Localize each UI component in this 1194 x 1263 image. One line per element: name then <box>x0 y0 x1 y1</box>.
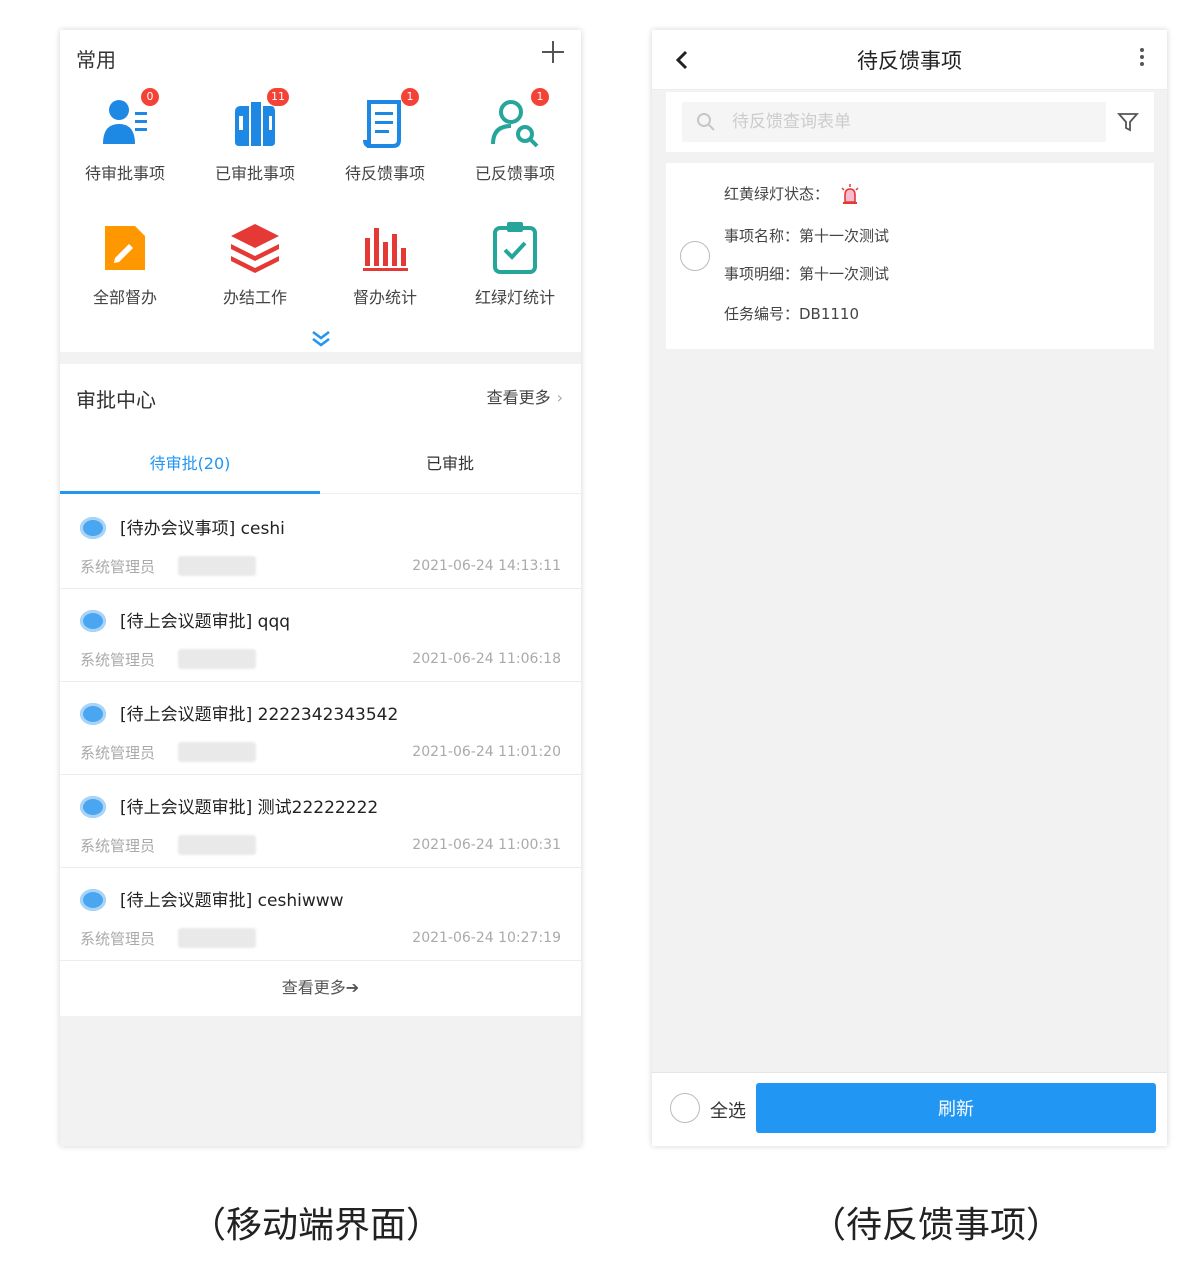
more-vert-icon[interactable] <box>1139 48 1145 72</box>
document-icon: 1 <box>355 88 419 152</box>
redacted-text <box>178 556 256 576</box>
item-title: [待上会议题审批] qqq <box>120 612 291 632</box>
count-badge: 0 <box>141 88 159 106</box>
footer-bar: 全选 刷新 <box>652 1072 1167 1146</box>
redacted-text <box>178 928 256 948</box>
shortcut-label: 已审批事项 <box>214 164 295 183</box>
select-all-radio[interactable] <box>670 1093 700 1123</box>
shortcut-label: 待反馈事项 <box>344 164 425 183</box>
tab-approved[interactable]: 已审批 <box>320 440 580 494</box>
list-item[interactable]: [待上会议题审批] ceshiwww 系统管理员 2021-06-24 10:2… <box>60 868 581 961</box>
tag-icon <box>80 703 106 725</box>
item-sender: 系统管理员 <box>80 558 156 576</box>
shortcut-label: 督办统计 <box>352 288 417 307</box>
common-section: 常用 0 待审批事项 11 已审批事项 1 待反馈事项 1 已反馈事项 全部督办… <box>60 30 581 352</box>
view-more-button[interactable]: 查看更多➔ <box>60 960 581 1016</box>
shortcut-label: 待审批事项 <box>84 164 165 183</box>
item-title: [待上会议题审批] ceshiwww <box>120 891 344 911</box>
item-sender: 系统管理员 <box>80 837 156 855</box>
refresh-button[interactable]: 刷新 <box>756 1083 1156 1133</box>
list-item[interactable]: [待办会议事项] ceshi 系统管理员 2021-06-24 14:13:11 <box>60 496 581 589</box>
item-time: 2021-06-24 11:06:18 <box>412 651 561 667</box>
shortcut-all-supervision[interactable]: 全部督办 <box>60 216 190 308</box>
list-item[interactable]: [待上会议题审批] 测试22222222 系统管理员 2021-06-24 11… <box>60 775 581 868</box>
search-icon <box>696 112 716 132</box>
field-label: 红黄绿灯状态： <box>724 185 830 203</box>
filter-icon[interactable] <box>1116 110 1140 134</box>
section-title: 审批中心 <box>76 388 156 412</box>
item-detail-field: 事项明细：第十一次测试 <box>724 265 890 283</box>
approval-center: 审批中心 查看更多 › 待审批(20) 已审批 [待办会议事项] ceshi 系统… <box>60 364 581 1016</box>
layers-icon <box>225 216 285 276</box>
item-time: 2021-06-24 11:00:31 <box>412 837 561 853</box>
shortcut-completed-work[interactable]: 办结工作 <box>190 216 320 308</box>
bar-chart-icon <box>355 216 415 276</box>
select-radio[interactable] <box>680 241 710 271</box>
tab-pending[interactable]: 待审批(20) <box>60 440 320 494</box>
list-item[interactable]: [待上会议题审批] 2222342343542 系统管理员 2021-06-24… <box>60 682 581 775</box>
tag-icon <box>80 517 106 539</box>
chevron-right-icon: › <box>556 388 563 407</box>
item-time: 2021-06-24 14:13:11 <box>412 558 561 574</box>
header-bar: 待反馈事项 <box>652 30 1167 90</box>
alarm-light-icon <box>839 183 861 206</box>
clipboard-check-icon <box>485 216 545 276</box>
mobile-home-screen: 常用 0 待审批事项 11 已审批事项 1 待反馈事项 1 已反馈事项 全部督办… <box>60 30 581 1146</box>
add-icon[interactable] <box>539 38 567 66</box>
user-list-icon: 0 <box>95 88 159 152</box>
right-caption: （待反馈事项） <box>810 1205 1063 1246</box>
traffic-light-field: 红黄绿灯状态： <box>724 183 861 206</box>
search-input[interactable] <box>682 102 1106 142</box>
shortcut-traffic-light-stats[interactable]: 红绿灯统计 <box>450 216 580 308</box>
page-title: 待反馈事项 <box>857 49 962 73</box>
approval-tabs: 待审批(20) 已审批 <box>60 440 581 494</box>
item-time: 2021-06-24 10:27:19 <box>412 930 561 946</box>
tag-icon <box>80 796 106 818</box>
left-caption: （移动端界面） <box>190 1205 443 1246</box>
item-title: [待上会议题审批] 测试22222222 <box>120 798 379 818</box>
count-badge: 1 <box>531 88 549 106</box>
books-icon: 11 <box>225 88 289 152</box>
count-badge: 1 <box>401 88 419 106</box>
common-title: 常用 <box>76 48 116 72</box>
item-sender: 系统管理员 <box>80 744 156 762</box>
redacted-text <box>178 835 256 855</box>
search-bar <box>666 92 1154 152</box>
expand-chevron-icon[interactable] <box>309 330 333 348</box>
edit-doc-icon <box>95 216 155 276</box>
shortcut-label: 办结工作 <box>222 288 287 307</box>
pending-feedback-screen: 待反馈事项 红黄绿灯状态： 事项名称：第十一次测试 事项明细：第十一次测试 任务… <box>652 30 1167 1146</box>
shortcut-label: 全部督办 <box>92 288 157 307</box>
tab-indicator <box>60 491 320 494</box>
redacted-text <box>178 649 256 669</box>
view-more-label: 查看更多 <box>486 388 551 407</box>
select-all-label: 全选 <box>710 1101 746 1122</box>
shortcut-label: 红绿灯统计 <box>474 288 555 307</box>
tag-icon <box>80 610 106 632</box>
shortcut-pending-feedback[interactable]: 1 待反馈事项 <box>320 88 450 184</box>
item-title: [待上会议题审批] 2222342343542 <box>120 705 399 725</box>
tag-icon <box>80 889 106 911</box>
shortcut-approved[interactable]: 11 已审批事项 <box>190 88 320 184</box>
shortcut-pending-approval[interactable]: 0 待审批事项 <box>60 88 190 184</box>
item-time: 2021-06-24 11:01:20 <box>412 744 561 760</box>
shortcut-label: 已反馈事项 <box>474 164 555 183</box>
item-title: [待办会议事项] ceshi <box>120 519 285 539</box>
task-code-field: 任务编号：DB1110 <box>724 305 860 323</box>
user-search-icon: 1 <box>485 88 549 152</box>
redacted-text <box>178 742 256 762</box>
item-name-field: 事项名称：第十一次测试 <box>724 227 890 245</box>
view-more-link[interactable]: 查看更多 › <box>487 384 563 408</box>
item-sender: 系统管理员 <box>80 651 156 669</box>
approval-list: [待办会议事项] ceshi 系统管理员 2021-06-24 14:13:11… <box>60 496 581 961</box>
shortcut-feedback-done[interactable]: 1 已反馈事项 <box>450 88 580 184</box>
feedback-record[interactable]: 红黄绿灯状态： 事项名称：第十一次测试 事项明细：第十一次测试 任务编号：DB1… <box>666 163 1154 349</box>
list-item[interactable]: [待上会议题审批] qqq 系统管理员 2021-06-24 11:06:18 <box>60 589 581 682</box>
count-badge: 11 <box>267 88 289 106</box>
item-sender: 系统管理员 <box>80 930 156 948</box>
shortcut-supervision-stats[interactable]: 督办统计 <box>320 216 450 308</box>
